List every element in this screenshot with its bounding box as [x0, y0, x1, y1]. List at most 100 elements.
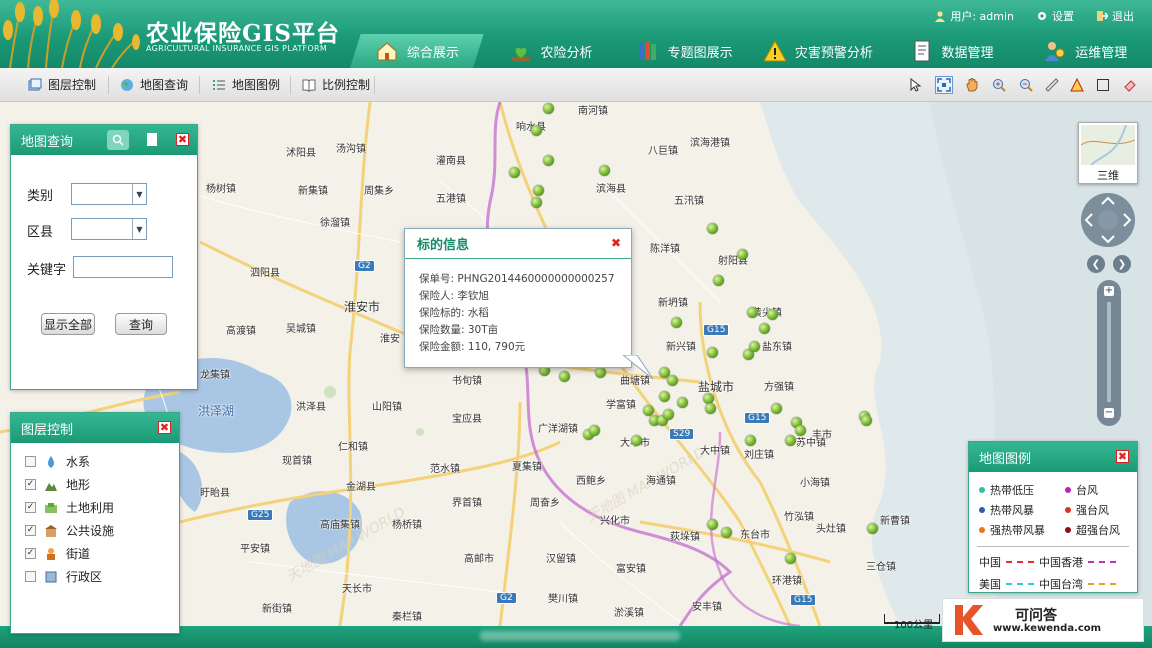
- close-icon[interactable]: ✖: [176, 133, 189, 146]
- insurance-point-marker[interactable]: [559, 371, 570, 382]
- zoom-plus-icon[interactable]: +: [1104, 286, 1114, 296]
- insurance-point-marker[interactable]: [747, 307, 758, 318]
- logout-link[interactable]: 退出: [1096, 8, 1134, 24]
- zoom-out-icon[interactable]: [1017, 76, 1035, 94]
- insurance-point-marker[interactable]: [749, 341, 760, 352]
- insurance-point-marker[interactable]: [677, 397, 688, 408]
- layer-item[interactable]: 行政区: [25, 568, 102, 585]
- category-select[interactable]: ▼: [71, 183, 147, 205]
- insurance-point-marker[interactable]: [659, 391, 670, 402]
- insurance-point-marker[interactable]: [707, 223, 718, 234]
- insurance-point-marker[interactable]: [533, 185, 544, 196]
- three-d-button[interactable]: 三维: [1078, 122, 1138, 184]
- insurance-point-marker[interactable]: [795, 425, 806, 436]
- layer-checkbox[interactable]: [25, 456, 36, 467]
- insurance-point-marker[interactable]: [745, 435, 756, 446]
- zoom-slider[interactable]: + −: [1097, 280, 1121, 426]
- insurance-point-marker[interactable]: [721, 527, 732, 538]
- insurance-point-marker[interactable]: [671, 317, 682, 328]
- layer-item[interactable]: 水系: [25, 453, 90, 470]
- nav-insurance-analysis[interactable]: 农险分析: [484, 34, 618, 68]
- books-icon: [638, 42, 656, 60]
- search-icon[interactable]: [107, 130, 129, 150]
- insurance-point-marker[interactable]: [759, 323, 770, 334]
- layers-icon: [28, 78, 42, 90]
- layer-control-button[interactable]: 图层控制: [28, 76, 96, 93]
- insurance-point-marker[interactable]: [543, 103, 554, 114]
- close-icon[interactable]: ✖: [611, 236, 621, 250]
- insurance-point-marker[interactable]: [737, 249, 748, 260]
- settings-link[interactable]: 设置: [1036, 8, 1074, 24]
- document-icon[interactable]: [147, 133, 157, 146]
- zoom-minus-icon[interactable]: −: [1104, 408, 1114, 418]
- insurance-point-marker[interactable]: [663, 409, 674, 420]
- layer-item[interactable]: ✓ 街道: [25, 545, 90, 562]
- place-label: 泗阳县: [250, 268, 280, 279]
- nav-data-management[interactable]: 数据管理: [885, 34, 1019, 68]
- layer-item[interactable]: ✓ 土地利用: [25, 499, 114, 516]
- area-measure-icon[interactable]: [1068, 76, 1086, 94]
- layer-checkbox[interactable]: ✓: [25, 548, 36, 559]
- insured-name: 保险人: 李钦旭: [419, 290, 489, 302]
- insurance-point-marker[interactable]: [861, 415, 872, 426]
- place-label: 盐城市: [698, 380, 735, 394]
- legend-dot-icon: [979, 507, 985, 513]
- district-select[interactable]: ▼: [71, 218, 147, 240]
- rotate-right-icon[interactable]: ❯: [1113, 255, 1131, 273]
- insurance-point-marker[interactable]: [785, 435, 796, 446]
- nav-ops-management[interactable]: 运维管理: [1018, 34, 1152, 68]
- insurance-point-marker[interactable]: [595, 367, 606, 378]
- eraser-icon[interactable]: [1121, 76, 1139, 94]
- insurance-point-marker[interactable]: [771, 403, 782, 414]
- map-legend-button[interactable]: 地图图例: [212, 76, 280, 93]
- zoom-in-icon[interactable]: [990, 76, 1008, 94]
- full-extent-icon[interactable]: [935, 76, 953, 94]
- keyword-label: 关键字: [27, 263, 67, 278]
- insurance-point-marker[interactable]: [767, 309, 778, 320]
- highway-shield: G2: [354, 260, 375, 272]
- legend-line-icon: [1088, 561, 1116, 563]
- pointer-icon[interactable]: [906, 76, 924, 94]
- rotate-left-icon[interactable]: ❮: [1087, 255, 1105, 273]
- insurance-point-marker[interactable]: [531, 125, 542, 136]
- close-icon[interactable]: ✖: [1116, 450, 1129, 463]
- layer-label: 街道: [66, 547, 91, 561]
- insurance-point-marker[interactable]: [531, 197, 542, 208]
- pan-control[interactable]: [1080, 192, 1138, 248]
- keyword-input[interactable]: [73, 256, 173, 278]
- insurance-point-marker[interactable]: [543, 155, 554, 166]
- rectangle-select-icon[interactable]: [1094, 76, 1112, 94]
- query-button[interactable]: 查询: [115, 313, 167, 335]
- insurance-point-marker[interactable]: [705, 403, 716, 414]
- pan-hand-icon[interactable]: [963, 76, 981, 94]
- nav-overview[interactable]: 综合展示: [350, 34, 484, 68]
- close-icon[interactable]: ✖: [158, 421, 171, 434]
- layer-checkbox[interactable]: ✓: [25, 479, 36, 490]
- layer-item[interactable]: ✓ 公共设施: [25, 522, 114, 539]
- scale-control-button[interactable]: 比例控制: [302, 76, 370, 93]
- layer-item[interactable]: ✓ 地形: [25, 476, 90, 493]
- insurance-point-marker[interactable]: [785, 553, 796, 564]
- insurance-point-marker[interactable]: [713, 275, 724, 286]
- measure-ruler-icon[interactable]: [1043, 76, 1061, 94]
- insurance-point-marker[interactable]: [867, 523, 878, 534]
- insurance-point-marker[interactable]: [599, 165, 610, 176]
- insurance-point-marker[interactable]: [707, 347, 718, 358]
- insurance-point-marker[interactable]: [509, 167, 520, 178]
- show-all-button[interactable]: 显示全部: [41, 313, 95, 335]
- place-label: 山阳镇: [372, 402, 402, 413]
- insurance-point-marker[interactable]: [631, 435, 642, 446]
- map-query-button[interactable]: 地图查询: [120, 76, 188, 93]
- place-label: 西鲍乡: [576, 476, 606, 487]
- layer-checkbox[interactable]: ✓: [25, 502, 36, 513]
- nav-disaster-warning[interactable]: 灾害预警分析: [751, 34, 885, 68]
- nav-thematic-maps[interactable]: 专题图展示: [617, 34, 751, 68]
- layer-checkbox[interactable]: [25, 571, 36, 582]
- highway-shield: G25: [247, 509, 274, 521]
- insurance-point-marker[interactable]: [589, 425, 600, 436]
- layer-checkbox[interactable]: ✓: [25, 525, 36, 536]
- place-label: 小海镇: [800, 478, 830, 489]
- place-label: 高渡镇: [226, 326, 256, 337]
- insurance-point-marker[interactable]: [667, 375, 678, 386]
- insurance-point-marker[interactable]: [707, 519, 718, 530]
